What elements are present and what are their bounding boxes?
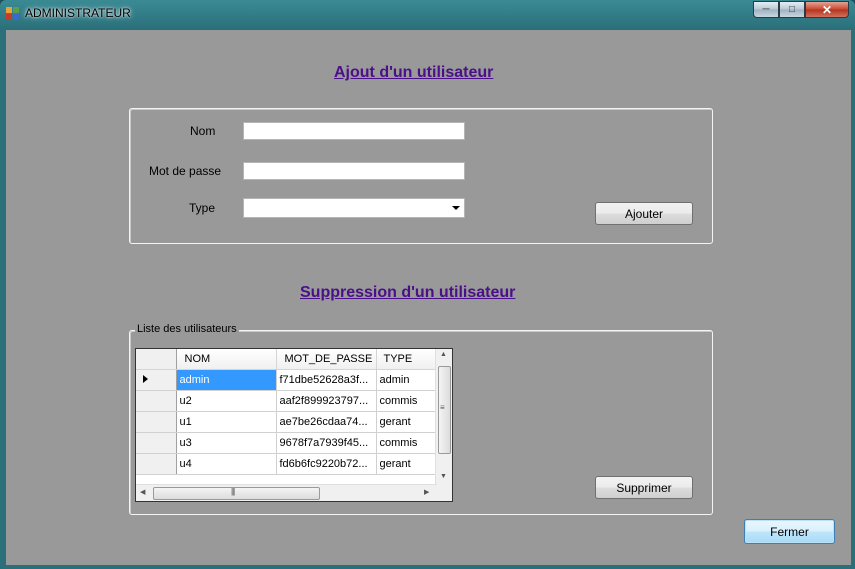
table-row[interactable]: u1 ae7be26cdaa74... gerant — [136, 411, 438, 433]
nom-label: Nom — [190, 124, 216, 138]
close-icon: ✕ — [821, 2, 833, 17]
cell-nom[interactable]: u1 — [176, 411, 277, 433]
scrollbar-corner — [436, 485, 452, 501]
add-user-heading: Ajout d'un utilisateur — [334, 64, 494, 81]
horizontal-scrollbar[interactable]: ◀ ||| ▶ — [136, 484, 437, 501]
app-icon[interactable] — [6, 7, 20, 21]
scroll-right-icon[interactable]: ▶ — [424, 488, 429, 496]
delete-user-heading: Suppression d'un utilisateur — [300, 284, 516, 301]
scroll-up-icon[interactable]: ▲ — [440, 351, 447, 358]
table-row[interactable]: admin f71dbe52628a3f... admin — [136, 369, 438, 391]
grip-icon: ≡ — [440, 403, 445, 412]
cell-nom[interactable]: u3 — [176, 432, 277, 454]
close-button[interactable]: ✕ — [805, 1, 849, 18]
grid-corner-header[interactable] — [136, 349, 177, 370]
add-button[interactable]: Ajouter — [595, 202, 693, 225]
scroll-left-icon[interactable]: ◀ — [140, 488, 145, 496]
cell-type[interactable]: commis — [376, 432, 438, 454]
cell-mot-de-passe[interactable]: 9678f7a7939f45... — [276, 432, 377, 454]
close-form-button[interactable]: Fermer — [744, 519, 835, 544]
cell-mot-de-passe[interactable]: aaf2f899923797... — [276, 390, 377, 412]
row-header[interactable] — [136, 411, 177, 433]
type-label: Type — [189, 201, 216, 215]
password-input[interactable] — [243, 162, 465, 180]
scroll-down-icon[interactable]: ▼ — [440, 473, 447, 480]
cell-mot-de-passe[interactable]: fd6b6fc9220b72... — [276, 453, 377, 475]
cell-type[interactable]: commis — [376, 390, 438, 412]
grip-icon: ||| — [231, 487, 235, 496]
users-datagrid[interactable]: NOM MOT_DE_PASSE TYPE admin f71dbe52628a… — [135, 348, 453, 502]
cell-mot-de-passe[interactable]: f71dbe52628a3f... — [276, 369, 377, 391]
table-row[interactable]: u4 fd6b6fc9220b72... gerant — [136, 453, 438, 475]
column-header-mot-de-passe[interactable]: MOT_DE_PASSE — [276, 349, 377, 370]
row-header[interactable] — [136, 453, 177, 475]
type-select[interactable] — [243, 198, 465, 218]
window-title: ADMINISTRATEUR — [25, 6, 131, 20]
nom-input[interactable] — [243, 122, 465, 140]
row-header[interactable] — [136, 390, 177, 412]
password-label: Mot de passe — [149, 164, 222, 178]
cell-nom[interactable]: u2 — [176, 390, 277, 412]
column-header-nom[interactable]: NOM — [176, 349, 277, 370]
maximize-button[interactable]: □ — [779, 1, 805, 18]
user-list-label: Liste des utilisateurs — [135, 323, 239, 335]
delete-button[interactable]: Supprimer — [595, 476, 693, 499]
cell-type[interactable]: admin — [376, 369, 438, 391]
cell-type[interactable]: gerant — [376, 411, 438, 433]
table-row[interactable]: u3 9678f7a7939f45... commis — [136, 432, 438, 454]
row-header[interactable] — [136, 432, 177, 454]
vertical-scroll-thumb[interactable]: ≡ — [438, 366, 451, 454]
form-client-area: Ajout d'un utilisateur Nom Mot de passe … — [6, 30, 851, 565]
minimize-button[interactable]: ─ — [753, 1, 779, 18]
horizontal-scroll-thumb[interactable]: ||| — [153, 487, 320, 500]
chevron-down-icon[interactable] — [452, 206, 460, 210]
cell-type[interactable]: gerant — [376, 453, 438, 475]
table-row[interactable]: u2 aaf2f899923797... commis — [136, 390, 438, 412]
minimize-icon: ─ — [762, 4, 770, 15]
current-row-icon — [143, 374, 148, 383]
title-bar[interactable]: ADMINISTRATEUR ─ □ ✕ — [0, 0, 855, 28]
cell-mot-de-passe[interactable]: ae7be26cdaa74... — [276, 411, 377, 433]
vertical-scrollbar[interactable]: ▲ ≡ ▼ — [435, 349, 452, 485]
cell-nom[interactable]: admin — [176, 369, 277, 391]
cell-nom[interactable]: u4 — [176, 453, 277, 475]
column-header-type[interactable]: TYPE — [376, 349, 438, 370]
maximize-icon: □ — [788, 4, 796, 15]
row-header[interactable] — [136, 369, 177, 391]
application-window: ADMINISTRATEUR ─ □ ✕ Ajout d'un utilisat… — [0, 0, 855, 569]
